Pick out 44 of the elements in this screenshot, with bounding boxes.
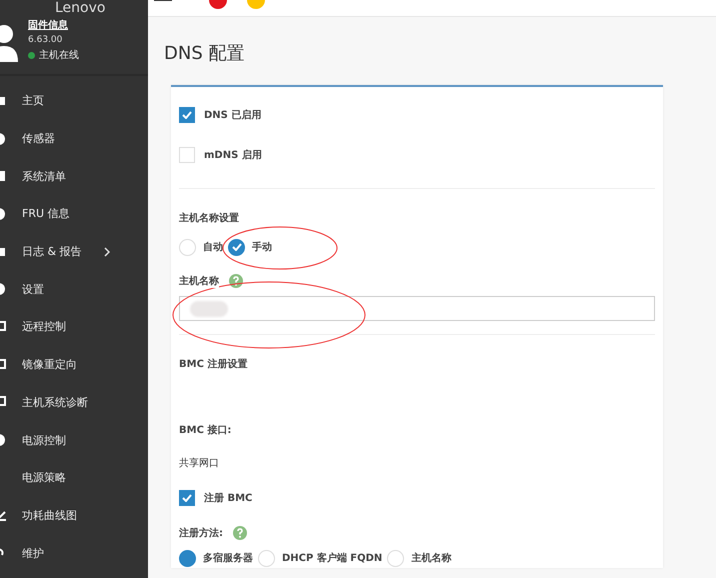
section-heading: 主机名称设置 <box>179 211 240 225</box>
radio-label: DHCP 客户端 FQDN <box>282 551 382 565</box>
field-label: 主机名称 <box>179 274 219 288</box>
nav-item[interactable]: 主机系统诊断 <box>0 384 148 422</box>
firmware-version: 6.63.00 <box>28 35 64 45</box>
radio-label: 自动 <box>203 240 223 254</box>
radio-button[interactable] <box>228 238 245 256</box>
radio-label: 多宿服务器 <box>203 551 253 565</box>
nav-item[interactable]: 镜像重定向 <box>0 346 148 384</box>
help-icon[interactable] <box>229 274 243 288</box>
checkbox-label: mDNS 启用 <box>204 148 262 162</box>
nav-item[interactable]: 电源控制 <box>0 421 148 459</box>
checkbox-label: 注册 BMC <box>204 491 252 505</box>
nav-item[interactable]: 传感器 <box>0 120 148 158</box>
nav-item[interactable]: 电源策略 <box>0 458 148 497</box>
interface-value: 共享网口 <box>179 456 220 470</box>
brand-logo: Lenovo <box>55 0 106 16</box>
nav-item[interactable]: 维护 <box>0 534 148 572</box>
radio-button[interactable] <box>179 550 196 566</box>
nav-item[interactable]: 主页 <box>0 82 148 120</box>
field-label: BMC 接口: <box>179 424 232 437</box>
user-icon <box>0 24 20 62</box>
checkbox[interactable] <box>179 107 195 123</box>
line-chart-icon <box>0 509 6 522</box>
check-icon <box>182 494 192 502</box>
firmware-link[interactable]: 固件信息 <box>28 18 79 32</box>
checkbox-label: DNS 已启用 <box>204 108 262 122</box>
host-status: 主机在线 <box>39 48 79 62</box>
field-label: 注册方法: <box>179 526 223 540</box>
radio-label: 主机名称 <box>411 551 452 565</box>
hostname-field[interactable] <box>179 296 655 321</box>
section-heading: BMC 注册设置 <box>179 357 248 371</box>
nav-item[interactable]: 远程控制 <box>0 308 148 346</box>
radio-label: 手动 <box>252 240 272 254</box>
nav-item[interactable]: 设置 <box>0 270 148 308</box>
page-title: DNS 配置 <box>164 43 246 65</box>
nav-item[interactable]: 系统清单 <box>0 157 148 196</box>
checkbox[interactable] <box>179 490 195 506</box>
check-icon <box>232 243 242 251</box>
nav-item[interactable]: FRU 信息 <box>0 195 148 233</box>
check-icon <box>182 111 192 119</box>
nav-item[interactable]: 功耗曲线图 <box>0 496 148 534</box>
help-icon[interactable] <box>233 526 247 540</box>
nav-item[interactable]: 日志 & 报告 <box>0 232 148 270</box>
